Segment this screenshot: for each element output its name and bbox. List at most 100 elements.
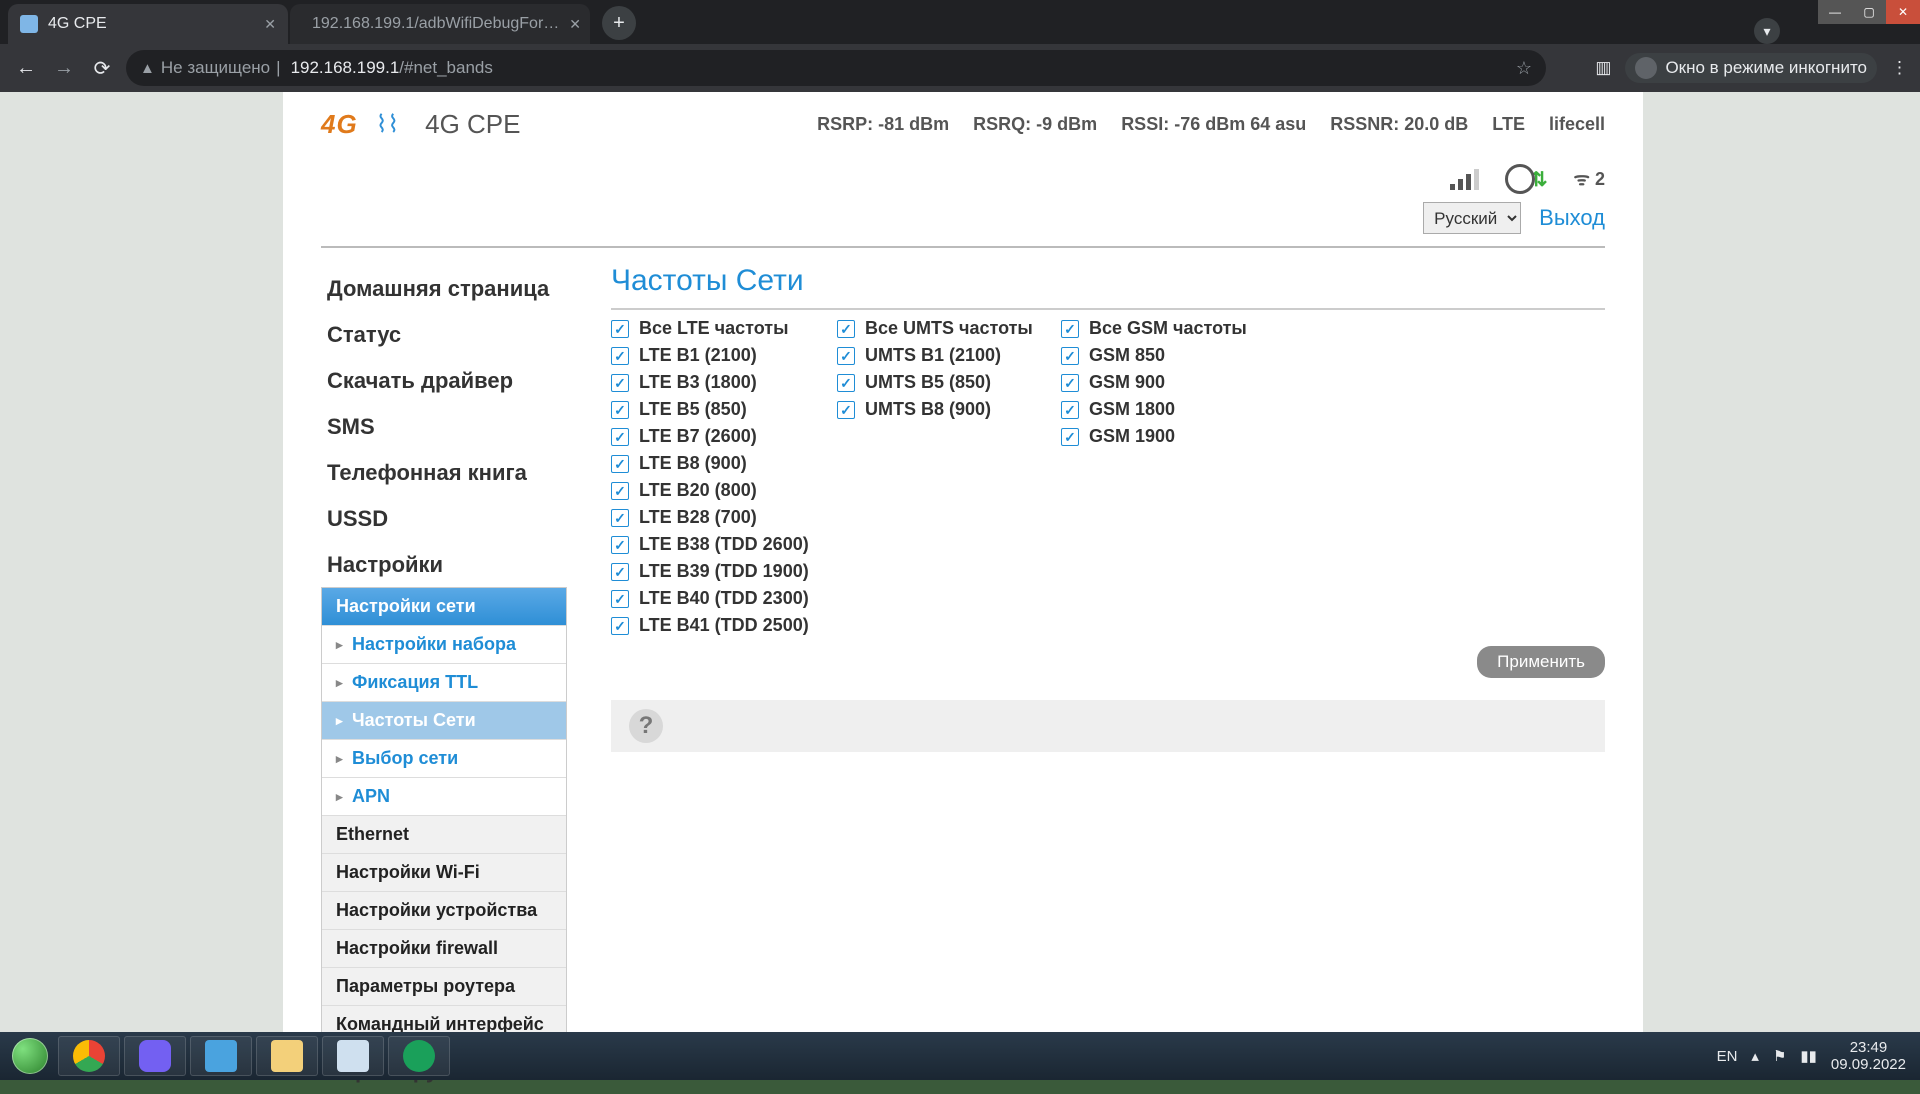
sidebar-item[interactable]: Параметры роутера (322, 967, 566, 1005)
wifi-small-icon: ᯤ (1574, 169, 1590, 189)
sidebar-item[interactable]: Скачать драйвер (321, 358, 567, 404)
tabs-dropdown-icon[interactable]: ▾ (1754, 18, 1780, 44)
sidebar-item[interactable]: USSD (321, 496, 567, 542)
taskbar-app-viber[interactable] (124, 1036, 186, 1076)
taskbar-app-3[interactable] (190, 1036, 252, 1076)
omnibox[interactable]: ▲ Не защищено | 192.168.199.1/#net_bands… (126, 50, 1546, 86)
sidebar-item[interactable]: Настройки Wi-Fi (322, 853, 566, 891)
page-title: Частоты Сети (611, 264, 1605, 308)
tab-active[interactable]: 4G CPE ✕ (8, 4, 288, 44)
gsm-checkbox[interactable] (1061, 347, 1079, 365)
tab-strip: 4G CPE ✕ 192.168.199.1/adbWifiDebugFor… … (0, 0, 1920, 44)
minimize-button[interactable]: — (1818, 0, 1852, 24)
security-indicator[interactable]: ▲ Не защищено | (140, 58, 281, 78)
reload-button[interactable]: ⟳ (88, 54, 116, 82)
lte-checkbox[interactable] (611, 590, 629, 608)
gsm-checkbox[interactable] (1061, 374, 1079, 392)
extensions-icon[interactable]: ▥ (1595, 58, 1611, 78)
lte-checkbox[interactable] (611, 428, 629, 446)
taskbar: EN ▴ ⚑ ▮▮ 23:49 09.09.2022 (0, 1032, 1920, 1080)
tray-flag-icon[interactable]: ⚑ (1773, 1047, 1786, 1065)
taskbar-app-explorer[interactable] (256, 1036, 318, 1076)
band-row: LTE B20 (800) (611, 480, 823, 501)
lte-checkbox[interactable] (611, 482, 629, 500)
lte-checkbox[interactable] (611, 536, 629, 554)
umts-checkbox[interactable] (837, 320, 855, 338)
umts-checkbox[interactable] (837, 374, 855, 392)
help-icon[interactable]: ? (629, 709, 663, 743)
sidebar-item[interactable]: Телефонная книга (321, 450, 567, 496)
close-window-button[interactable]: ✕ (1886, 0, 1920, 24)
taskbar-app-5[interactable] (322, 1036, 384, 1076)
sidebar-item[interactable]: Ethernet (322, 815, 566, 853)
lte-checkbox[interactable] (611, 509, 629, 527)
lte-checkbox[interactable] (611, 401, 629, 419)
sidebar-item[interactable]: Настройки firewall (322, 929, 566, 967)
band-label: LTE B38 (TDD 2600) (639, 534, 809, 555)
gsm-checkbox[interactable] (1061, 428, 1079, 446)
band-row: LTE B8 (900) (611, 453, 823, 474)
start-button[interactable] (6, 1036, 54, 1076)
sidebar-subitem[interactable]: APN (322, 777, 566, 815)
incognito-label: Окно в режиме инкогнито (1665, 58, 1867, 78)
umts-checkbox[interactable] (837, 401, 855, 419)
taskbar-app-chrome[interactable] (58, 1036, 120, 1076)
language-select[interactable]: Русский (1423, 202, 1521, 234)
new-tab-button[interactable]: + (602, 6, 636, 40)
menu-icon[interactable]: ⋮ (1891, 58, 1908, 78)
tray-arrow-icon[interactable]: ▴ (1751, 1047, 1759, 1065)
back-button[interactable]: ← (12, 54, 40, 82)
sidebar-item[interactable]: Статус (321, 312, 567, 358)
lte-checkbox[interactable] (611, 347, 629, 365)
lte-checkbox[interactable] (611, 320, 629, 338)
sidebar-item[interactable]: SMS (321, 404, 567, 450)
tray-clock[interactable]: 23:49 09.09.2022 (1831, 1039, 1906, 1074)
band-columns: Все LTE частотыLTE B1 (2100)LTE B3 (1800… (611, 318, 1605, 636)
metric-rsrp: RSRP: -81 dBm (817, 114, 949, 135)
band-label: LTE B3 (1800) (639, 372, 757, 393)
sidebar-subitem[interactable]: Частоты Сети (322, 701, 566, 739)
band-row: GSM 850 (1061, 345, 1271, 366)
sidebar-group-header[interactable]: Настройки сети (322, 588, 566, 625)
band-label: LTE B20 (800) (639, 480, 757, 501)
close-icon[interactable]: ✕ (569, 16, 581, 33)
wifi-clients-count: 2 (1595, 169, 1605, 189)
apply-button[interactable]: Применить (1477, 646, 1605, 678)
bookmark-icon[interactable]: ☆ (1516, 58, 1532, 79)
lte-checkbox[interactable] (611, 563, 629, 581)
sidebar-item[interactable]: Настройки (321, 542, 567, 588)
lte-checkbox[interactable] (611, 374, 629, 392)
gsm-checkbox[interactable] (1061, 320, 1079, 338)
logout-link[interactable]: Выход (1539, 205, 1605, 231)
band-label: UMTS B5 (850) (865, 372, 991, 393)
band-row: Все LTE частоты (611, 318, 823, 339)
sidebar-item[interactable]: Настройки устройства (322, 891, 566, 929)
tray-network-icon[interactable]: ▮▮ (1800, 1047, 1817, 1065)
tray-lang[interactable]: EN (1717, 1048, 1738, 1065)
band-row: LTE B40 (TDD 2300) (611, 588, 823, 609)
band-row: GSM 1800 (1061, 399, 1271, 420)
lte-checkbox[interactable] (611, 617, 629, 635)
gsm-checkbox[interactable] (1061, 401, 1079, 419)
router-admin-page: 4G ⌇⌇ 4G CPE RSRP: -81 dBm RSRQ: -9 dBm … (283, 92, 1643, 1052)
sidebar-item[interactable]: Домашняя страница (321, 266, 567, 312)
incognito-badge[interactable]: Окно в режиме инкогнито (1625, 53, 1877, 83)
taskbar-app-6[interactable] (388, 1036, 450, 1076)
wifi-clients: ᯤ 2 (1574, 167, 1605, 191)
band-label: LTE B41 (TDD 2500) (639, 615, 809, 636)
tab-inactive[interactable]: 192.168.199.1/adbWifiDebugFor… ✕ (290, 4, 590, 44)
start-orb-icon (12, 1038, 48, 1074)
sidebar-subitem[interactable]: Настройки набора (322, 625, 566, 663)
close-icon[interactable]: ✕ (264, 16, 276, 33)
forward-button[interactable]: → (50, 54, 78, 82)
logo-4g: 4G (321, 109, 358, 140)
metric-mode: LTE (1492, 114, 1525, 135)
tray-date: 09.09.2022 (1831, 1056, 1906, 1073)
lte-column: Все LTE частотыLTE B1 (2100)LTE B3 (1800… (611, 318, 823, 636)
sidebar-subitem[interactable]: Фиксация TTL (322, 663, 566, 701)
sidebar-subitem[interactable]: Выбор сети (322, 739, 566, 777)
band-row: LTE B28 (700) (611, 507, 823, 528)
umts-checkbox[interactable] (837, 347, 855, 365)
lte-checkbox[interactable] (611, 455, 629, 473)
maximize-button[interactable]: ▢ (1852, 0, 1886, 24)
